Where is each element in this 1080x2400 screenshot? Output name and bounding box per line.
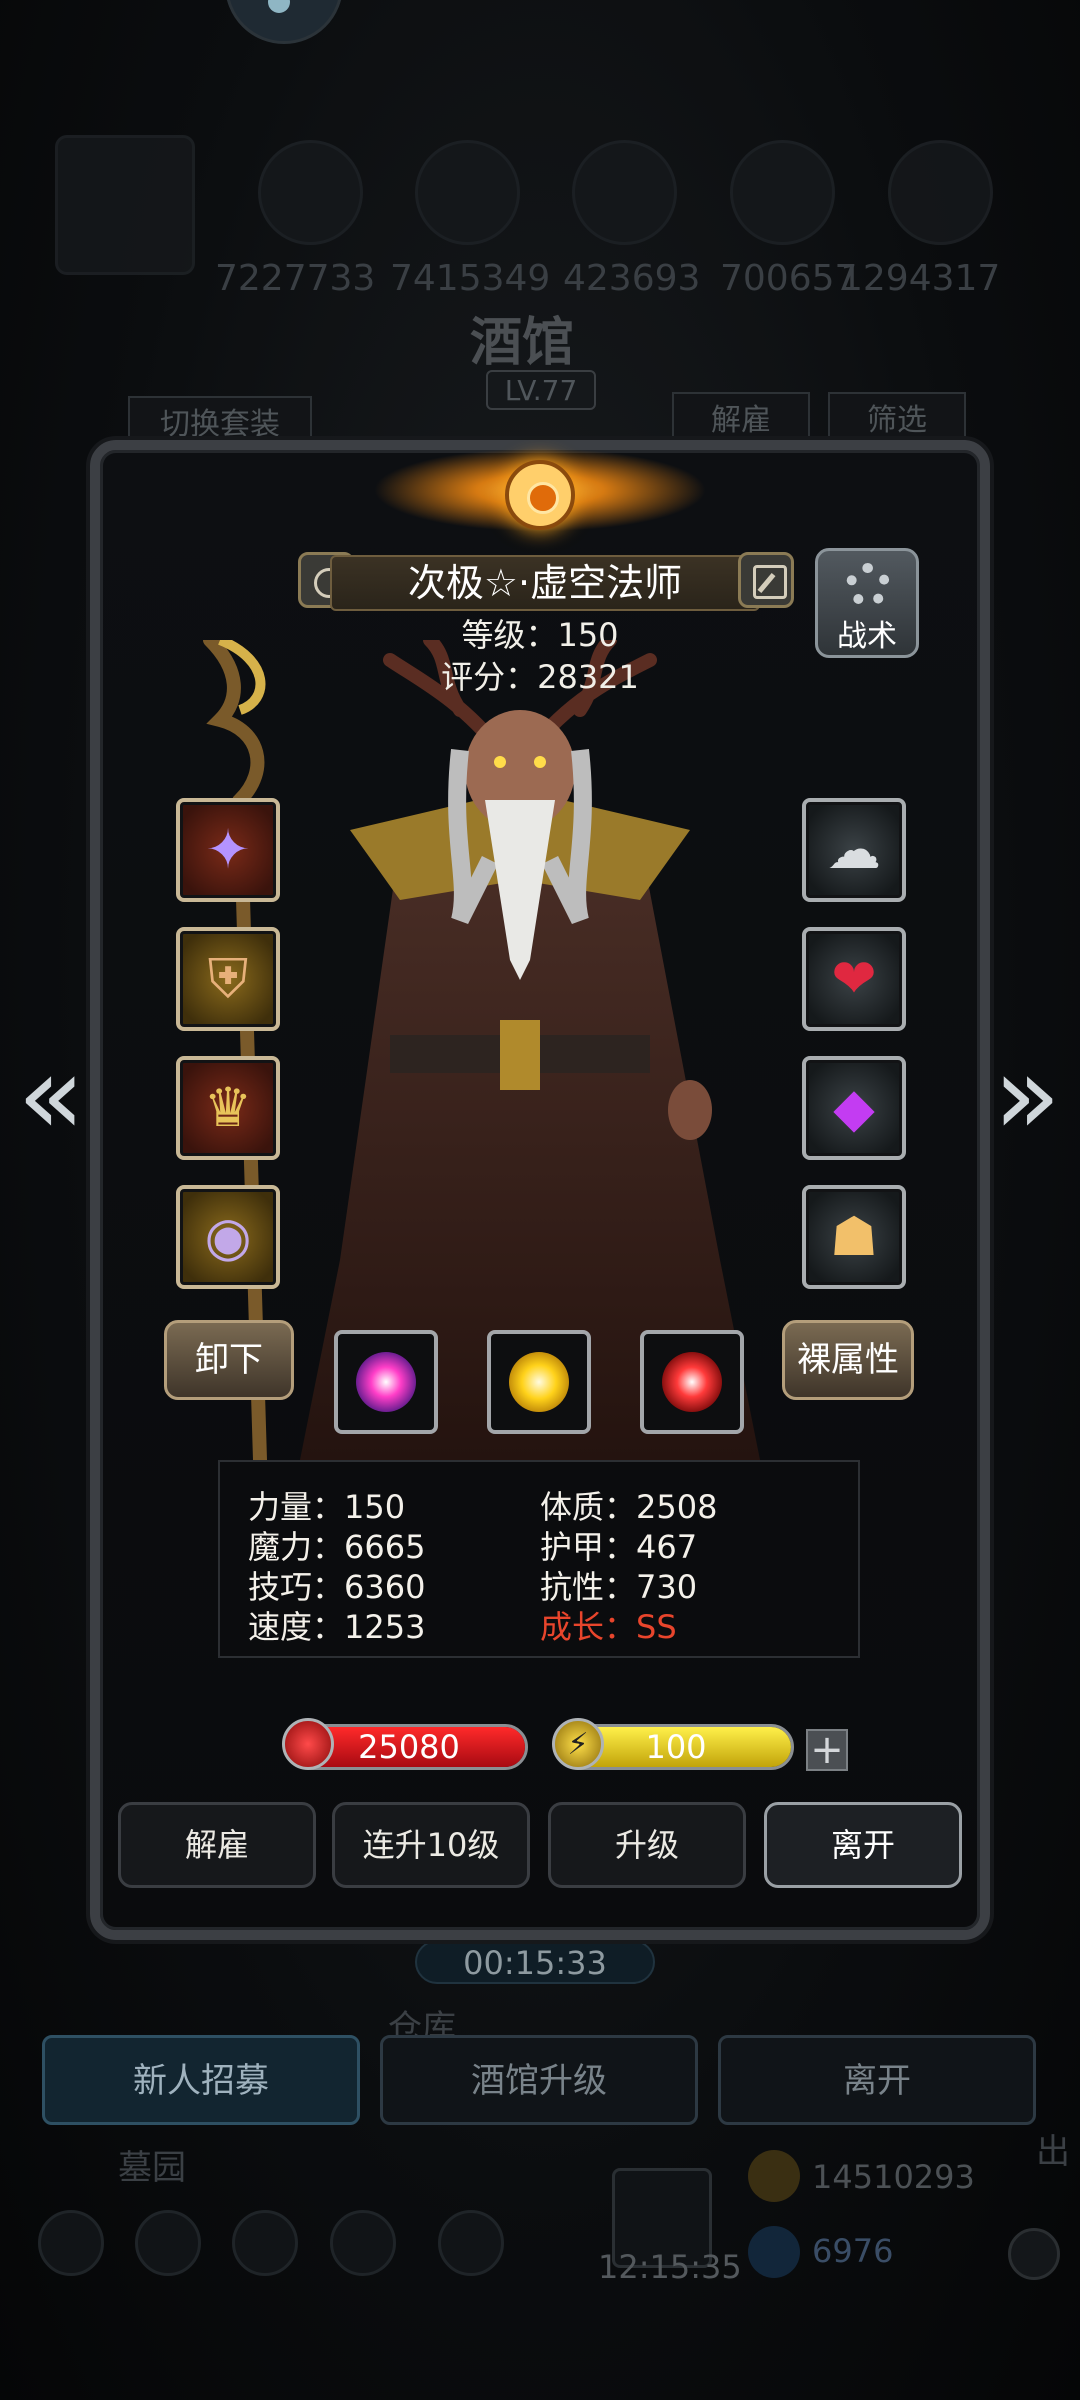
- recruit-timer: 00:15:33: [415, 1940, 655, 1984]
- helmet-icon: ♛: [203, 1076, 253, 1139]
- bg-resource-icon: [572, 140, 677, 245]
- bg-menu-icon[interactable]: [330, 2210, 396, 2276]
- bg-resource-icon: [888, 140, 993, 245]
- add-icon[interactable]: [1008, 2228, 1060, 2280]
- staff-icon: ✦: [205, 818, 251, 881]
- amulet-slot[interactable]: ☁: [802, 798, 906, 902]
- cloud-amulet-icon: ☁: [827, 818, 881, 881]
- gem-icon: [748, 2226, 800, 2278]
- gear-icon: [846, 563, 890, 607]
- upgrade-button[interactable]: 升级: [548, 1802, 746, 1888]
- level-up-10-button[interactable]: 连升10级: [332, 1802, 530, 1888]
- arcane-skill-icon: [356, 1352, 416, 1412]
- charm-slot[interactable]: ❤: [802, 927, 906, 1031]
- bare-stats-button[interactable]: 裸属性: [782, 1320, 914, 1400]
- exit-label: 出: [1036, 2132, 1070, 2172]
- bg-menu-icon[interactable]: [438, 2210, 504, 2276]
- fire-skill-icon: [662, 1352, 722, 1412]
- light-skill-icon: [509, 1352, 569, 1412]
- rename-button[interactable]: [738, 552, 794, 608]
- bg-resource-icon: [415, 140, 520, 245]
- bg-menu-icon[interactable]: [135, 2210, 201, 2276]
- heart-icon: [282, 1718, 334, 1770]
- lightning-icon: ⚡: [552, 1718, 604, 1770]
- skill-slot-2[interactable]: [487, 1330, 591, 1434]
- bg-resource-icon: [258, 140, 363, 245]
- lantern-icon: ☗: [829, 1205, 879, 1268]
- leave-button[interactable]: 离开: [764, 1802, 962, 1888]
- panel-crest-emblem: [505, 460, 575, 530]
- hero-score: 评分：28321: [441, 658, 639, 696]
- weapon-slot[interactable]: ✦: [176, 798, 280, 902]
- bg-resource-value: 700657: [720, 258, 858, 299]
- skill-slot-1[interactable]: [334, 1330, 438, 1434]
- heart-orb-icon: ❤: [831, 947, 877, 1010]
- tavern-upgrade-button[interactable]: 酒馆升级: [380, 2035, 698, 2125]
- helmet-slot[interactable]: ♛: [176, 1056, 280, 1160]
- bg-leave-button[interactable]: 离开: [718, 2035, 1036, 2125]
- ring-slot[interactable]: ◉: [176, 1185, 280, 1289]
- tavern-title: 酒馆: [470, 312, 575, 373]
- unequip-button[interactable]: 卸下: [164, 1320, 294, 1400]
- next-hero-arrow[interactable]: »: [992, 1040, 1062, 1160]
- bg-resource-value: 423693: [563, 258, 701, 299]
- gold-amount: 14510293: [812, 2158, 975, 2196]
- new-recruit-button[interactable]: 新人招募: [42, 2035, 360, 2125]
- hero-name: 次极☆·虚空法师: [330, 555, 760, 611]
- gem-amount: 6976: [812, 2232, 894, 2270]
- bg-resource-value: 1294317: [840, 258, 1001, 299]
- bg-hero-portrait: [55, 135, 195, 275]
- armor-slot[interactable]: ⛨: [176, 927, 280, 1031]
- armor-icon: ⛨: [207, 947, 249, 1010]
- cemetery-label: 墓园: [118, 2148, 186, 2188]
- dismiss-button[interactable]: 解雇: [118, 1802, 316, 1888]
- tavern-level: LV.77: [486, 370, 596, 410]
- gold-coin-icon: [748, 2150, 800, 2202]
- hero-level: 等级：150: [461, 616, 619, 654]
- attr-growth: 成长：SS: [540, 1608, 677, 1646]
- add-energy-button[interactable]: +: [806, 1729, 848, 1771]
- bg-menu-icon[interactable]: [232, 2210, 298, 2276]
- bg-resource-value: 7227733: [215, 258, 376, 299]
- gem-slot[interactable]: ◆: [802, 1056, 906, 1160]
- skill-slot-3[interactable]: [640, 1330, 744, 1434]
- purple-gem-icon: ◆: [833, 1076, 875, 1139]
- edit-icon: [753, 565, 787, 599]
- trinket-slot[interactable]: ☗: [802, 1185, 906, 1289]
- attr-speed: 速度：1253: [248, 1608, 426, 1646]
- prev-hero-arrow[interactable]: «: [16, 1040, 86, 1160]
- bg-menu-icon[interactable]: [38, 2210, 104, 2276]
- bg-resource-icon: [730, 140, 835, 245]
- ring-icon: ◉: [204, 1205, 252, 1268]
- bg-resource-value: 7415349: [390, 258, 551, 299]
- gift-timer: 12:15:35: [598, 2248, 742, 2286]
